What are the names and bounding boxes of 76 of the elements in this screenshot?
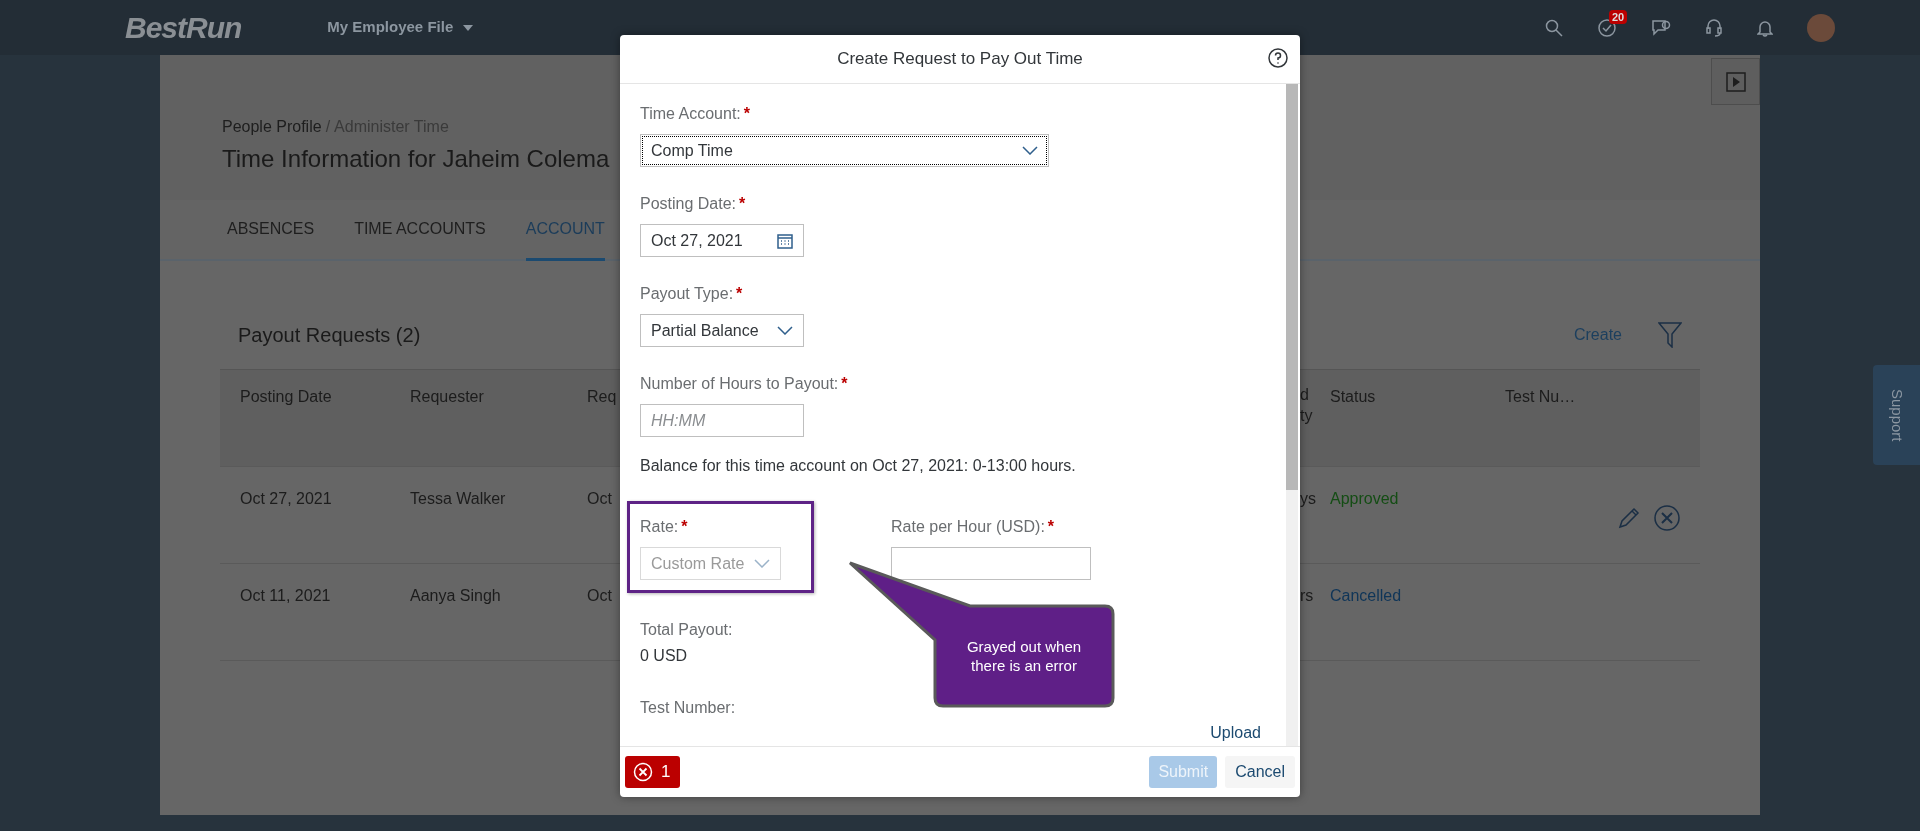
- column-header: Req: [587, 387, 617, 407]
- dropdown-value: Custom Rate: [651, 553, 745, 574]
- input-field[interactable]: HH:MM: [640, 404, 804, 437]
- notifications-button[interactable]: [1757, 18, 1773, 37]
- chevron-down-icon: [777, 326, 793, 335]
- field-label: Time Account: *: [640, 104, 751, 124]
- error-count-button[interactable]: 1: [625, 756, 681, 788]
- table-cell-text: Oct: [587, 489, 612, 509]
- count-badge: 20: [1609, 9, 1628, 24]
- column-header: Posting Date: [240, 387, 332, 407]
- scrollbar-thumb[interactable]: [1286, 84, 1298, 490]
- table-cell-text: Tessa Walker: [410, 489, 506, 509]
- calendar-icon: [777, 232, 793, 249]
- column-header: d ty: [1300, 385, 1314, 426]
- cancel-request-button[interactable]: [1654, 505, 1680, 531]
- filter-button[interactable]: [1658, 322, 1682, 348]
- table-cell-text: Oct 27, 2021: [240, 489, 332, 509]
- field-label: Number of Hours to Payout: *: [640, 374, 848, 394]
- x-circle-icon: [633, 762, 653, 782]
- support-tab[interactable]: Support: [1873, 365, 1920, 465]
- x-circle-icon: [1654, 505, 1680, 531]
- column-header: Status: [1330, 387, 1376, 407]
- input-field[interactable]: [891, 547, 1091, 580]
- balance-text: Balance for this time account on Oct 27, 2021: 0-13:00 hours.: [640, 456, 1076, 476]
- table-cell-text: Oct: [587, 586, 612, 606]
- table-cell-text: Aanya Singh: [410, 586, 501, 606]
- field-value: 0 USD: [640, 646, 689, 666]
- field-label: Payout Type: *: [640, 284, 744, 304]
- section-title: Payout Requests (2): [238, 323, 421, 348]
- date-value: Oct 27, 2021: [651, 230, 743, 251]
- field-label: Total Payout:: [640, 620, 733, 640]
- table-cell-text: Oct 11, 2021: [240, 586, 331, 606]
- caret-icon: [463, 24, 474, 31]
- status-text: Cancelled: [1330, 586, 1402, 606]
- breadcrumb-link[interactable]: People Profile: [222, 115, 322, 139]
- page-tab[interactable]: TIME ACCOUNTS: [354, 200, 486, 261]
- page-tab[interactable]: ABSENCES: [227, 200, 315, 261]
- avatar[interactable]: [1807, 13, 1835, 42]
- cancel-button[interactable]: Cancel: [1225, 756, 1295, 788]
- bell-icon: [1757, 18, 1773, 37]
- play-button[interactable]: [1711, 58, 1760, 105]
- chevron-down-icon: [754, 559, 770, 568]
- search-button[interactable]: [1545, 18, 1563, 37]
- dropdown-value: Comp Time: [651, 140, 733, 161]
- headset-icon: [1705, 17, 1723, 38]
- dropdown[interactable]: Comp Time: [640, 134, 1049, 167]
- employee-file-menu[interactable]: My Employee File: [321, 15, 480, 40]
- column-header: Test Nu…: [1505, 387, 1576, 407]
- pencil-icon: [1618, 507, 1640, 529]
- dropdown[interactable]: Partial Balance: [640, 314, 804, 347]
- help-button[interactable]: [1268, 48, 1288, 68]
- table-cell-text: rs: [1300, 586, 1314, 606]
- dropdown-value: Partial Balance: [651, 320, 759, 341]
- callout-text: Grayed out when there is an error: [965, 636, 1083, 676]
- logo-text[interactable]: BestRun: [125, 5, 242, 50]
- play-icon: [1725, 71, 1746, 92]
- chat-icon: [1651, 18, 1671, 37]
- column-header: Requester: [410, 387, 484, 407]
- page-title: Time Information for Jaheim Colema: [222, 144, 610, 174]
- dialog-title: Create Request to Pay Out Time: [837, 48, 1083, 71]
- upload-link[interactable]: Upload: [1210, 721, 1261, 745]
- table-cell-text: ys: [1300, 489, 1316, 509]
- status-text: Approved: [1330, 489, 1399, 509]
- field-label: Rate per Hour (USD): *: [891, 517, 1056, 537]
- filter-icon: [1658, 322, 1682, 348]
- scrollbar[interactable]: [1286, 84, 1298, 746]
- chat-button[interactable]: [1651, 18, 1671, 37]
- question-circle-icon: [1268, 48, 1288, 68]
- field-label: Posting Date: *: [640, 194, 747, 214]
- breadcrumb-separator: /: [325, 117, 331, 137]
- field-label: Test Number:: [640, 698, 736, 718]
- chevron-down-icon: [1022, 146, 1038, 155]
- date-field[interactable]: Oct 27, 2021: [640, 224, 804, 257]
- search-icon: [1545, 18, 1563, 37]
- field-label: Rate: *: [640, 517, 689, 537]
- edit-button[interactable]: [1618, 507, 1640, 529]
